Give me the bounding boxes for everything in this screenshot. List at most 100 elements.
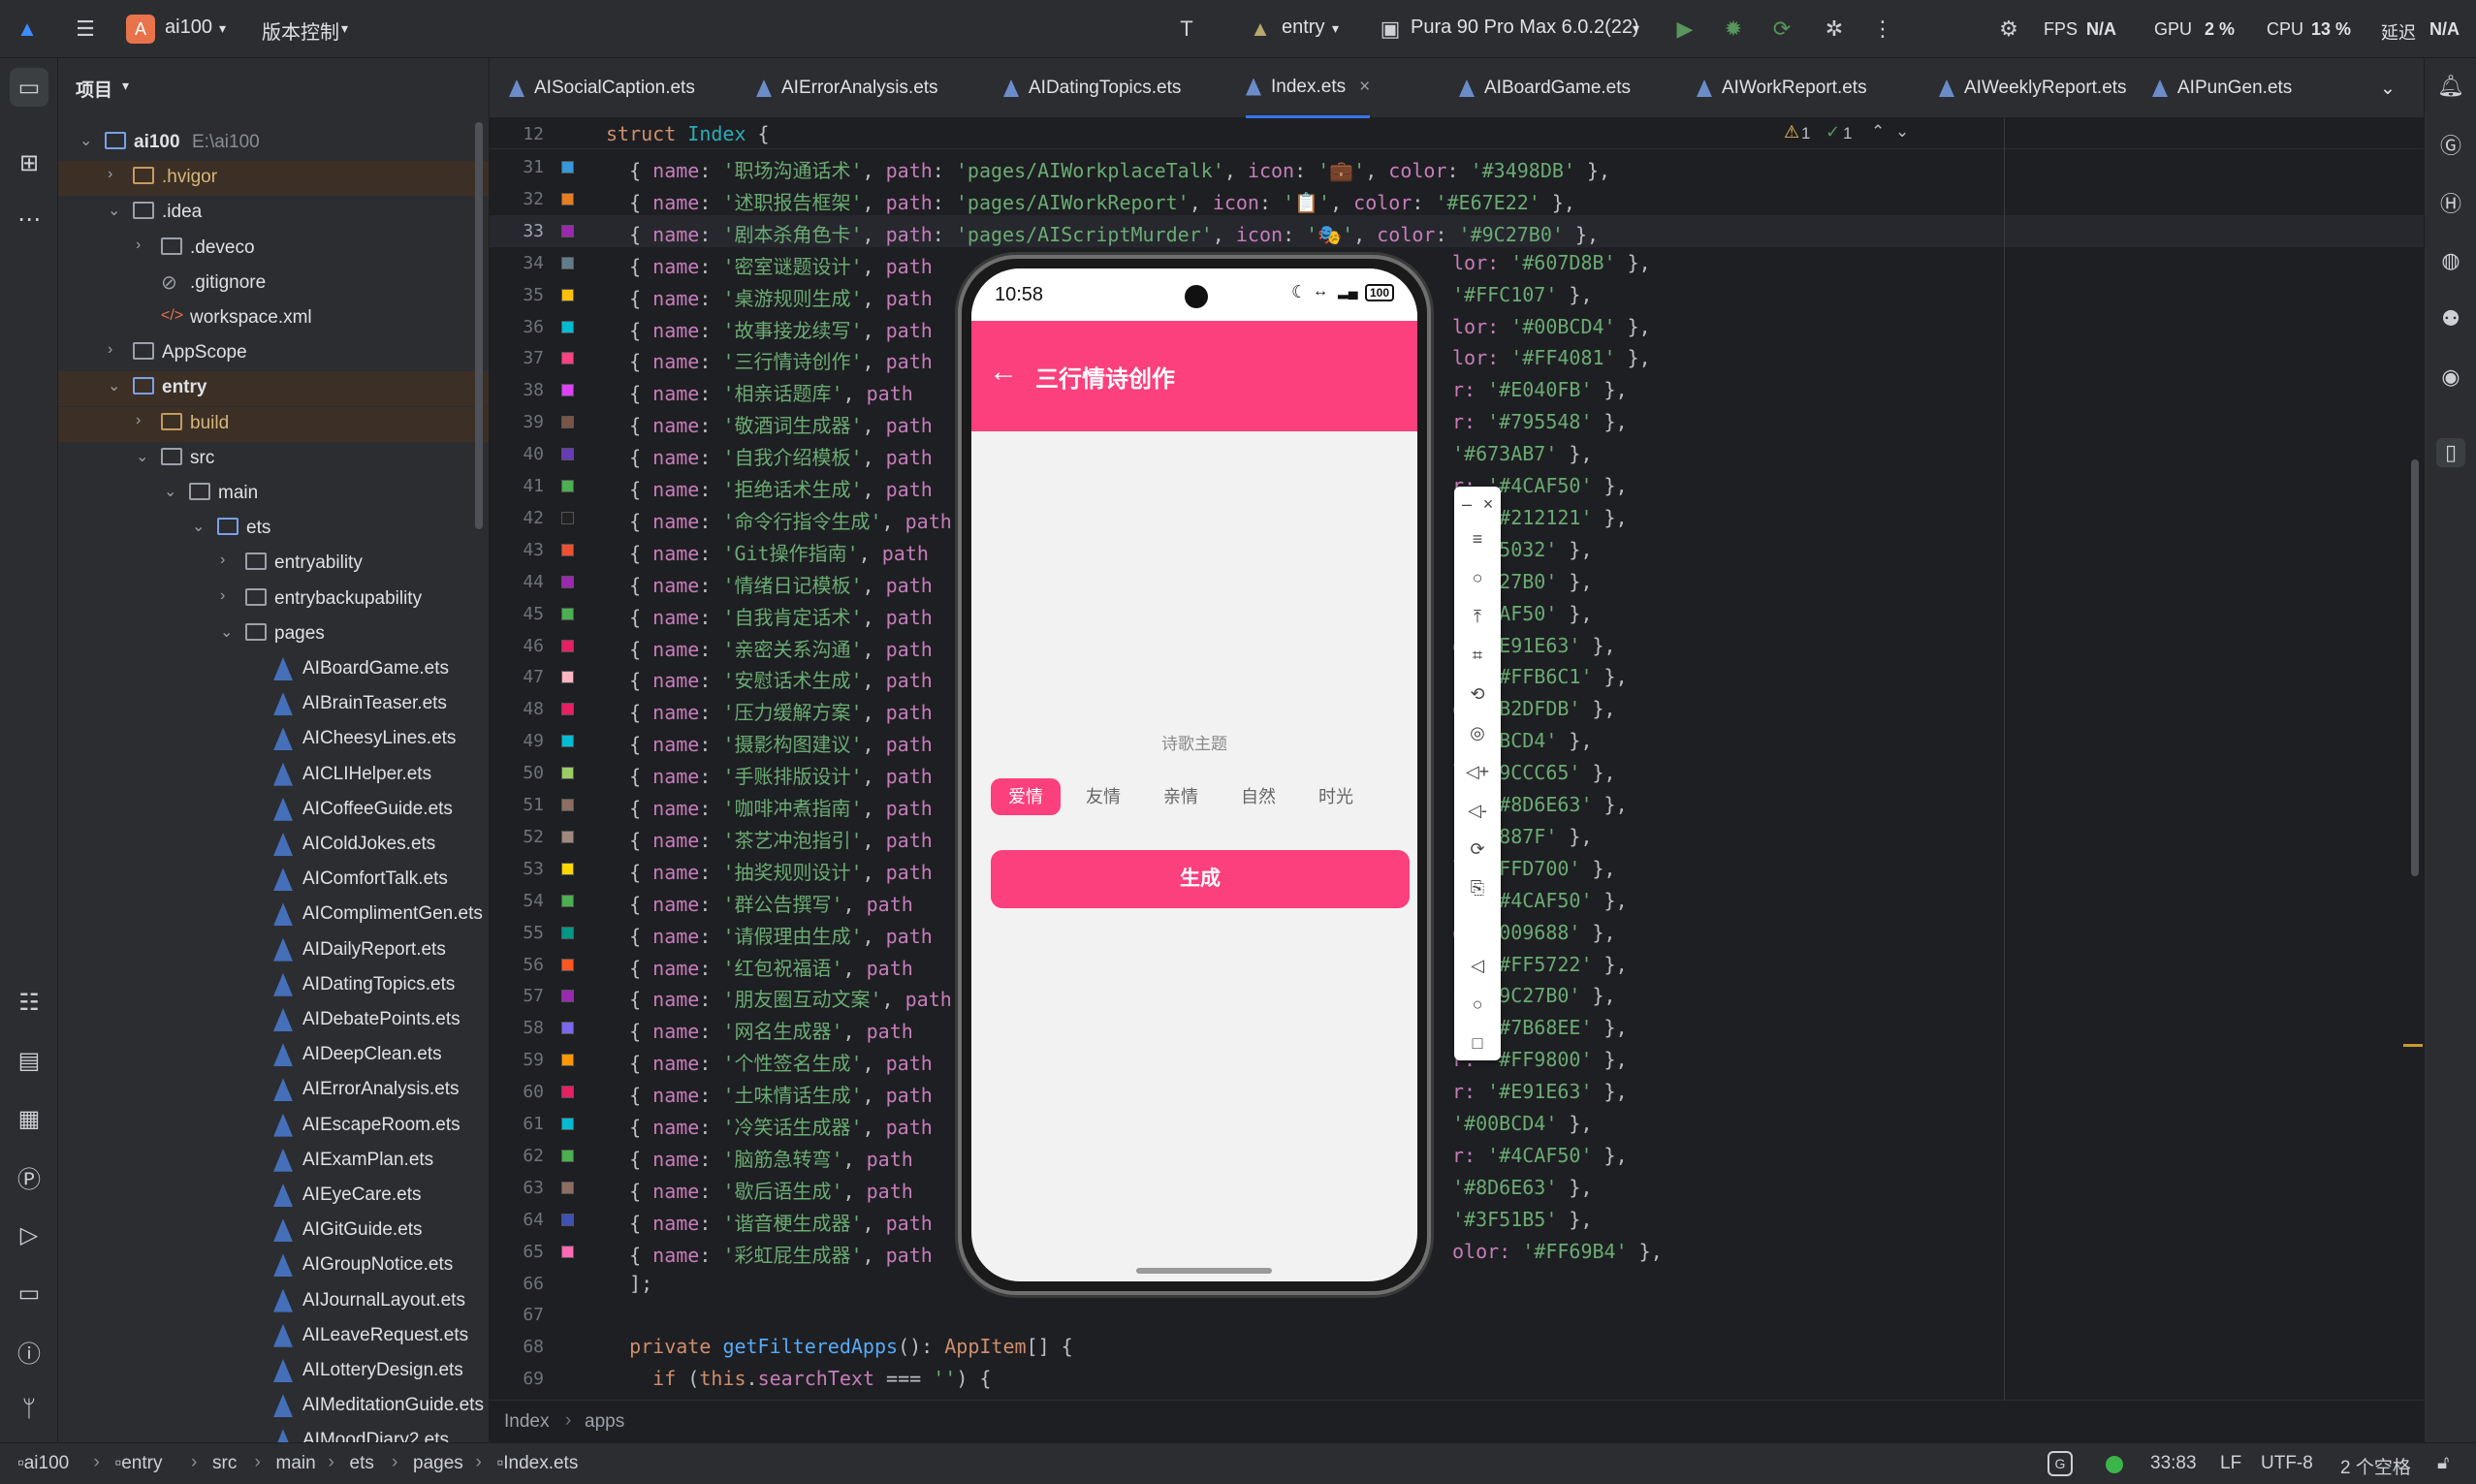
color-swatch[interactable]	[561, 926, 574, 939]
tree-file-item[interactable]: AICLIHelper.ets	[58, 758, 489, 793]
tree-file-item[interactable]: AICheesyLines.ets	[58, 722, 489, 757]
main-menu-icon[interactable]: ☰	[70, 14, 101, 45]
tree-scrollbar[interactable]	[475, 122, 483, 529]
color-swatch[interactable]	[561, 480, 574, 492]
color-swatch[interactable]	[561, 288, 574, 301]
lock-icon[interactable]: 🔓︎	[2437, 1453, 2449, 1474]
tree-file-item[interactable]: AIMoodDiary2.ets	[58, 1424, 489, 1442]
profiler-icon[interactable]: ✲	[1819, 14, 1850, 45]
chevron-right-icon[interactable]: ›	[108, 166, 112, 183]
editor-tab[interactable]: AIErrorAnalysis.ets	[756, 58, 938, 118]
editor-tab[interactable]: AIBoardGame.ets	[1459, 58, 1631, 118]
path-crumb[interactable]: pages	[413, 1453, 463, 1474]
theme-chip[interactable]: 时光	[1301, 778, 1371, 815]
harmony-h-icon[interactable]: Ⓗ	[2436, 188, 2465, 217]
rotate-device-icon[interactable]: ⟳	[1464, 836, 1491, 863]
project-switcher[interactable]: ai100	[165, 16, 212, 39]
tree-folder-item[interactable]: ⌄ .idea	[58, 196, 489, 231]
path-crumb[interactable]: ▫ai100	[17, 1453, 69, 1474]
git-icon[interactable]: ᛘ	[10, 1390, 48, 1429]
todo-icon[interactable]: ☷	[10, 983, 48, 1022]
tree-file-item[interactable]: AICoffeeGuide.ets	[58, 793, 489, 828]
eye-icon[interactable]: ◉	[2436, 363, 2465, 392]
tree-file-item[interactable]: AIGitGuide.ets	[58, 1214, 489, 1248]
tree-file-item[interactable]: AIBrainTeaser.ets	[58, 687, 489, 722]
terminal-icon[interactable]: ▭	[10, 1274, 48, 1312]
color-swatch[interactable]	[561, 192, 574, 205]
color-swatch[interactable]	[561, 1213, 574, 1226]
color-swatch[interactable]	[561, 1118, 574, 1130]
tree-folder-item[interactable]: </> workspace.xml	[58, 301, 489, 336]
color-swatch[interactable]	[561, 1245, 574, 1258]
nav-back-icon[interactable]: ◁	[1464, 952, 1491, 979]
problems-icon[interactable]: ⓘ	[10, 1332, 48, 1371]
color-swatch[interactable]	[561, 830, 574, 843]
upload-icon[interactable]: ⤒	[1464, 603, 1491, 630]
tree-file-item[interactable]: AIComfortTalk.ets	[58, 863, 489, 898]
volume-up-icon[interactable]: ◁+	[1464, 758, 1491, 785]
color-swatch[interactable]	[561, 958, 574, 971]
tree-folder-item[interactable]: › .hvigor	[58, 161, 489, 197]
home-indicator[interactable]	[1136, 1268, 1272, 1274]
color-swatch[interactable]	[561, 1149, 574, 1162]
more-tools-icon[interactable]: ⋯	[10, 200, 48, 238]
chevron-down-icon[interactable]: ▾	[122, 78, 129, 94]
debug-icon[interactable]: ✹	[1718, 14, 1749, 45]
chevron-up-icon[interactable]: ⌃	[1871, 122, 1885, 142]
tree-folder-item[interactable]: ⌄ src	[58, 442, 489, 477]
tree-file-item[interactable]: AIDeepClean.ets	[58, 1038, 489, 1073]
color-swatch[interactable]	[561, 735, 574, 748]
color-swatch[interactable]	[561, 862, 574, 875]
vcs-menu[interactable]: 版本控制	[262, 16, 339, 45]
color-swatch[interactable]	[561, 384, 574, 397]
chevron-down-icon[interactable]: ⌄	[220, 622, 233, 642]
chevron-down-icon[interactable]: ▾	[1633, 20, 1639, 37]
chevron-down-icon[interactable]: ▾	[1332, 20, 1339, 37]
tree-file-item[interactable]: AIExamPlan.ets	[58, 1144, 489, 1179]
line-separator[interactable]: LF	[2220, 1453, 2241, 1474]
tree-folder-item[interactable]: ⌄ entry	[58, 371, 489, 407]
editor-tab[interactable]: AIWorkReport.ets	[1697, 58, 1867, 118]
project-panel-title[interactable]: 项目	[76, 76, 112, 102]
color-swatch[interactable]	[561, 320, 574, 333]
layout-icon[interactable]: ▦	[10, 1099, 48, 1138]
chevron-down-icon[interactable]: ⌄	[108, 376, 120, 395]
minimize-icon[interactable]: –	[1456, 490, 1477, 518]
device-selector[interactable]: Pura 90 Pro Max 6.0.2(22)	[1411, 16, 1639, 39]
screenshot-icon[interactable]: ⎘	[1464, 874, 1491, 901]
settings-gear-icon[interactable]: ⚙	[1993, 14, 2024, 45]
color-swatch[interactable]	[561, 575, 574, 588]
cursor-position[interactable]: 33:83	[2150, 1453, 2197, 1474]
chevron-down-icon[interactable]: ⌄	[79, 131, 92, 150]
profiler-p-icon[interactable]: Ⓟ	[10, 1157, 48, 1196]
more-actions-icon[interactable]: ⋮	[1867, 14, 1898, 45]
tree-folder-item[interactable]: › entrybackupability	[58, 583, 489, 617]
crop-icon[interactable]: ⌗	[1464, 642, 1491, 669]
chevron-down-icon[interactable]: ⌄	[192, 517, 205, 536]
tree-file-item[interactable]: AIGroupNotice.ets	[58, 1248, 489, 1283]
tree-folder-item[interactable]: › .deveco	[58, 232, 489, 267]
chevron-down-icon[interactable]: ⌄	[1895, 122, 1909, 142]
tree-folder-item[interactable]: › entryability	[58, 547, 489, 582]
power-icon[interactable]: ○	[1464, 564, 1491, 591]
previewer-icon[interactable]: ▤	[10, 1041, 48, 1080]
color-swatch[interactable]	[561, 607, 574, 620]
chevron-down-icon[interactable]: ⌄	[108, 201, 120, 220]
tree-file-item[interactable]: AIDailyReport.ets	[58, 933, 489, 968]
color-swatch[interactable]	[561, 767, 574, 780]
tree-folder-item[interactable]: ⌄ ai100 E:\ai100	[58, 126, 489, 161]
assistant-icon[interactable]: ⚉	[2436, 304, 2465, 333]
tab-list-chevron-icon[interactable]: ⌄	[2380, 58, 2396, 118]
run-icon[interactable]: ▶	[1669, 14, 1700, 45]
menu-icon[interactable]: ≡	[1464, 525, 1491, 553]
color-swatch[interactable]	[561, 990, 574, 1003]
structure-icon[interactable]: ⊞	[10, 143, 48, 182]
editor-tab[interactable]: AIDatingTopics.ets	[1003, 58, 1181, 118]
tree-file-item[interactable]: AIJournalLayout.ets	[58, 1284, 489, 1319]
color-swatch[interactable]	[561, 703, 574, 716]
color-swatch[interactable]	[561, 256, 574, 269]
color-swatch[interactable]	[561, 639, 574, 652]
tree-folder-item[interactable]: ⌄ main	[58, 477, 489, 512]
location-icon[interactable]: ◎	[1464, 719, 1491, 746]
nav-recent-icon[interactable]: □	[1464, 1029, 1491, 1057]
